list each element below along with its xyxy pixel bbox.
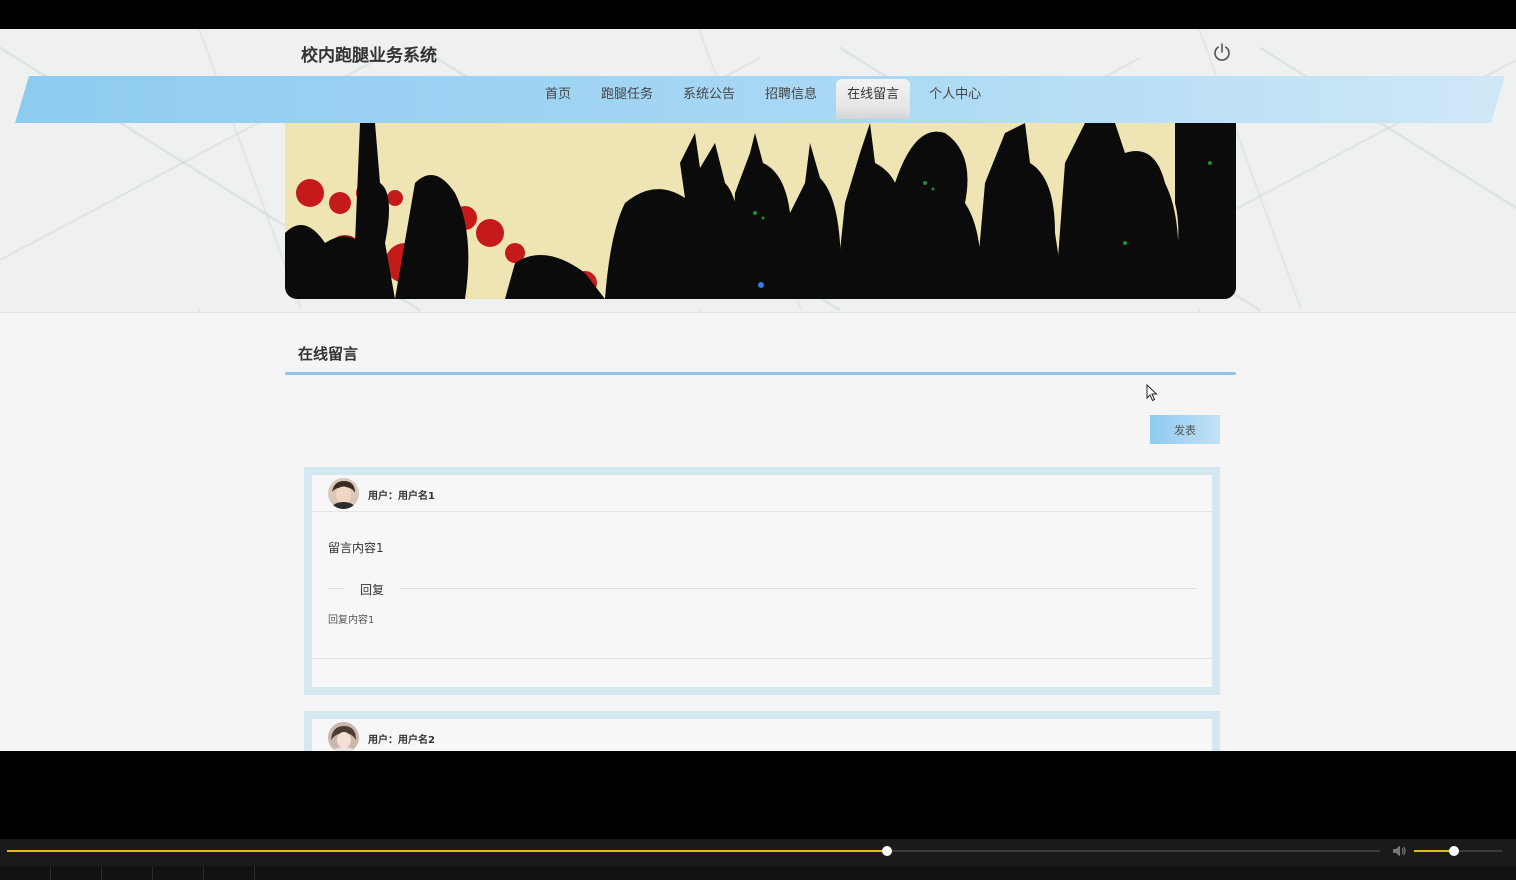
message-user: 用户：用户名1 (368, 491, 435, 502)
nav-item-home[interactable]: 首页 (534, 79, 582, 119)
message-header: 用户：用户名1 (312, 475, 1212, 512)
avatar (328, 722, 359, 751)
message-user: 用户：用户名2 (368, 735, 435, 746)
volume-handle[interactable] (1448, 846, 1459, 856)
power-icon[interactable] (1212, 42, 1232, 62)
nav-item-errand-tasks[interactable]: 跑腿任务 (590, 79, 664, 119)
player-slot[interactable] (51, 866, 102, 880)
message-content: 留言内容1 (328, 541, 384, 555)
avatar (328, 478, 359, 509)
nav-item-recruitment[interactable]: 招聘信息 (754, 79, 828, 119)
nav-item-online-messages[interactable]: 在线留言 (836, 79, 911, 119)
nav-item-personal-center[interactable]: 个人中心 (918, 79, 992, 119)
seek-progress (7, 850, 887, 852)
message-footer (312, 658, 1212, 659)
player-slot[interactable] (204, 866, 255, 880)
message-card: 用户：用户名1 留言内容1 回复 回复内容1 (304, 467, 1220, 695)
reply-divider: 回复 (328, 581, 1196, 597)
carousel-dot-active[interactable] (758, 282, 764, 288)
reply-content: 回复内容1 (328, 615, 375, 626)
message-card: 用户：用户名2 (304, 711, 1220, 751)
message-card-body: 用户：用户名2 (312, 719, 1212, 751)
seek-handle[interactable] (881, 846, 892, 856)
message-header: 用户：用户名2 (312, 719, 1212, 751)
reply-label: 回复 (360, 583, 385, 597)
nav-menu: 首页 跑腿任务 系统公告 招聘信息 在线留言 个人中心 (530, 79, 996, 119)
screen: 校内跑腿业务系统 首页 跑腿任务 系统公告 招聘信息 在线留言 个人中心 在线留… (0, 0, 1516, 880)
mouse-cursor-icon (1146, 384, 1158, 402)
nav-item-announcements[interactable]: 系统公告 (672, 79, 746, 119)
section-divider (285, 372, 1236, 375)
player-slot[interactable] (153, 866, 204, 880)
volume-slider[interactable] (1414, 846, 1502, 856)
volume-level (1414, 850, 1454, 852)
player-slot[interactable] (102, 866, 153, 880)
volume-icon[interactable] (1392, 844, 1407, 858)
player-button-strip (0, 866, 1516, 880)
player-slot[interactable] (0, 866, 51, 880)
seek-bar[interactable] (7, 846, 1380, 856)
web-page: 校内跑腿业务系统 首页 跑腿任务 系统公告 招聘信息 在线留言 个人中心 在线留… (0, 29, 1516, 751)
video-player-bar (0, 839, 1516, 880)
banner-image (285, 123, 1236, 299)
site-title: 校内跑腿业务系统 (301, 46, 437, 66)
section-title: 在线留言 (298, 345, 359, 363)
message-card-body: 用户：用户名1 留言内容1 回复 回复内容1 (312, 475, 1212, 687)
post-message-button[interactable]: 发表 (1150, 415, 1220, 444)
